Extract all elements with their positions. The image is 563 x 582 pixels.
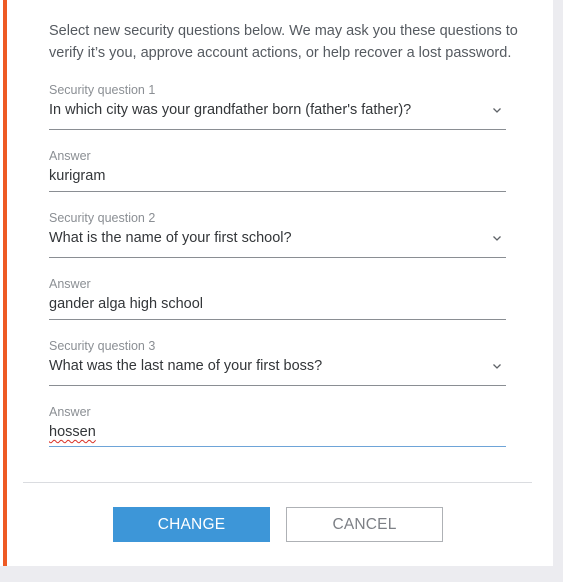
chevron-down-icon[interactable] [492,233,502,243]
answer-3-input[interactable]: hossen [49,422,96,442]
security-question-1-select[interactable]: Security question 1 In which city was yo… [49,83,506,130]
answer-1-input[interactable]: kurigram [49,166,105,186]
security-question-3-select[interactable]: Security question 3 What was the last na… [49,339,506,386]
security-question-3-label: Security question 3 [49,339,156,353]
intro-text: Select new security questions below. We … [49,23,518,61]
answer-2-label: Answer [49,277,91,291]
security-question-2-value: What is the name of your first school? [49,230,292,246]
footer-divider [23,482,532,483]
security-question-3-value: What was the last name of your first bos… [49,358,323,374]
answer-1-label: Answer [49,149,91,163]
security-question-1-label: Security question 1 [49,83,156,97]
answer-2-input[interactable]: gander alga high school [49,294,203,314]
security-question-1-value: In which city was your grandfather born … [49,102,412,118]
chevron-down-icon[interactable] [492,105,502,115]
answer-2-field[interactable]: Answer gander alga high school [49,277,506,320]
security-questions-dialog: Select new security questions below. We … [0,0,553,566]
answer-1-field[interactable]: Answer kurigram [49,149,506,192]
security-question-2-select[interactable]: Security question 2 What is the name of … [49,211,506,258]
accent-bar [3,0,7,566]
change-button[interactable]: CHANGE [113,507,270,542]
cancel-button[interactable]: CANCEL [286,507,443,542]
chevron-down-icon[interactable] [492,361,502,371]
answer-3-label: Answer [49,405,91,419]
answer-3-field[interactable]: Answer hossen [49,405,506,447]
security-question-2-label: Security question 2 [49,211,156,225]
